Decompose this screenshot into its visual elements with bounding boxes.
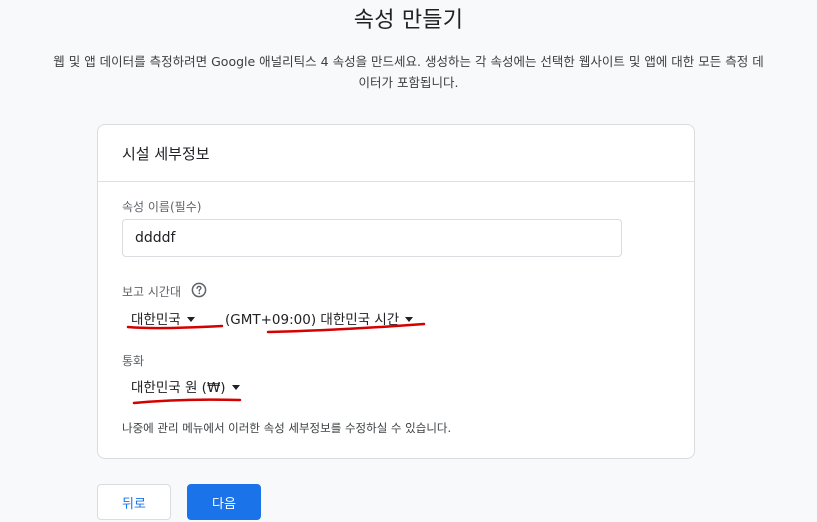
country-dropdown[interactable]: 대한민국: [131, 308, 195, 328]
timezone-value: (GMT+09:00) 대한민국 시간: [225, 312, 400, 328]
card-header: 시설 세부정보: [98, 125, 694, 182]
page-title: 속성 만들기: [353, 8, 464, 33]
timezone-dropdown[interactable]: (GMT+09:00) 대한민국 시간: [225, 308, 414, 328]
chevron-down-icon: [231, 384, 240, 390]
edit-later-note: 나중에 관리 메뉴에서 이러한 속성 세부정보를 수정하실 수 있습니다.: [122, 421, 452, 435]
property-name-label: 속성 이름(필수): [122, 200, 202, 214]
chevron-down-icon: [186, 316, 195, 322]
help-circle-icon[interactable]: [191, 282, 207, 298]
currency-value: 대한민국 원 (₩): [131, 380, 226, 396]
reporting-timezone-label: 보고 시간대: [122, 285, 182, 299]
country-value: 대한민국: [131, 312, 181, 328]
description-line-1: 웹 및 앱 데이터를 측정하려면 Google 애널리틱스 4 속성을 만드세요…: [53, 54, 764, 69]
description-line-2: 이터가 포함됩니다.: [358, 75, 459, 90]
page-description: 웹 및 앱 데이터를 측정하려면 Google 애널리틱스 4 속성을 만드세요…: [0, 51, 817, 93]
back-button[interactable]: 뒤로: [97, 484, 171, 520]
currency-dropdown[interactable]: 대한민국 원 (₩): [131, 376, 240, 396]
property-details-card: 시설 세부정보 속성 이름(필수) ddddf 보고 시간대 대한민국 (GMT…: [97, 124, 695, 459]
next-button[interactable]: 다음: [187, 484, 261, 520]
create-property-page: 속성 만들기 웹 및 앱 데이터를 측정하려면 Google 애널리틱스 4 속…: [0, 0, 817, 522]
currency-label: 통화: [122, 354, 145, 368]
chevron-down-icon: [405, 316, 414, 322]
property-name-input[interactable]: ddddf: [122, 219, 622, 257]
